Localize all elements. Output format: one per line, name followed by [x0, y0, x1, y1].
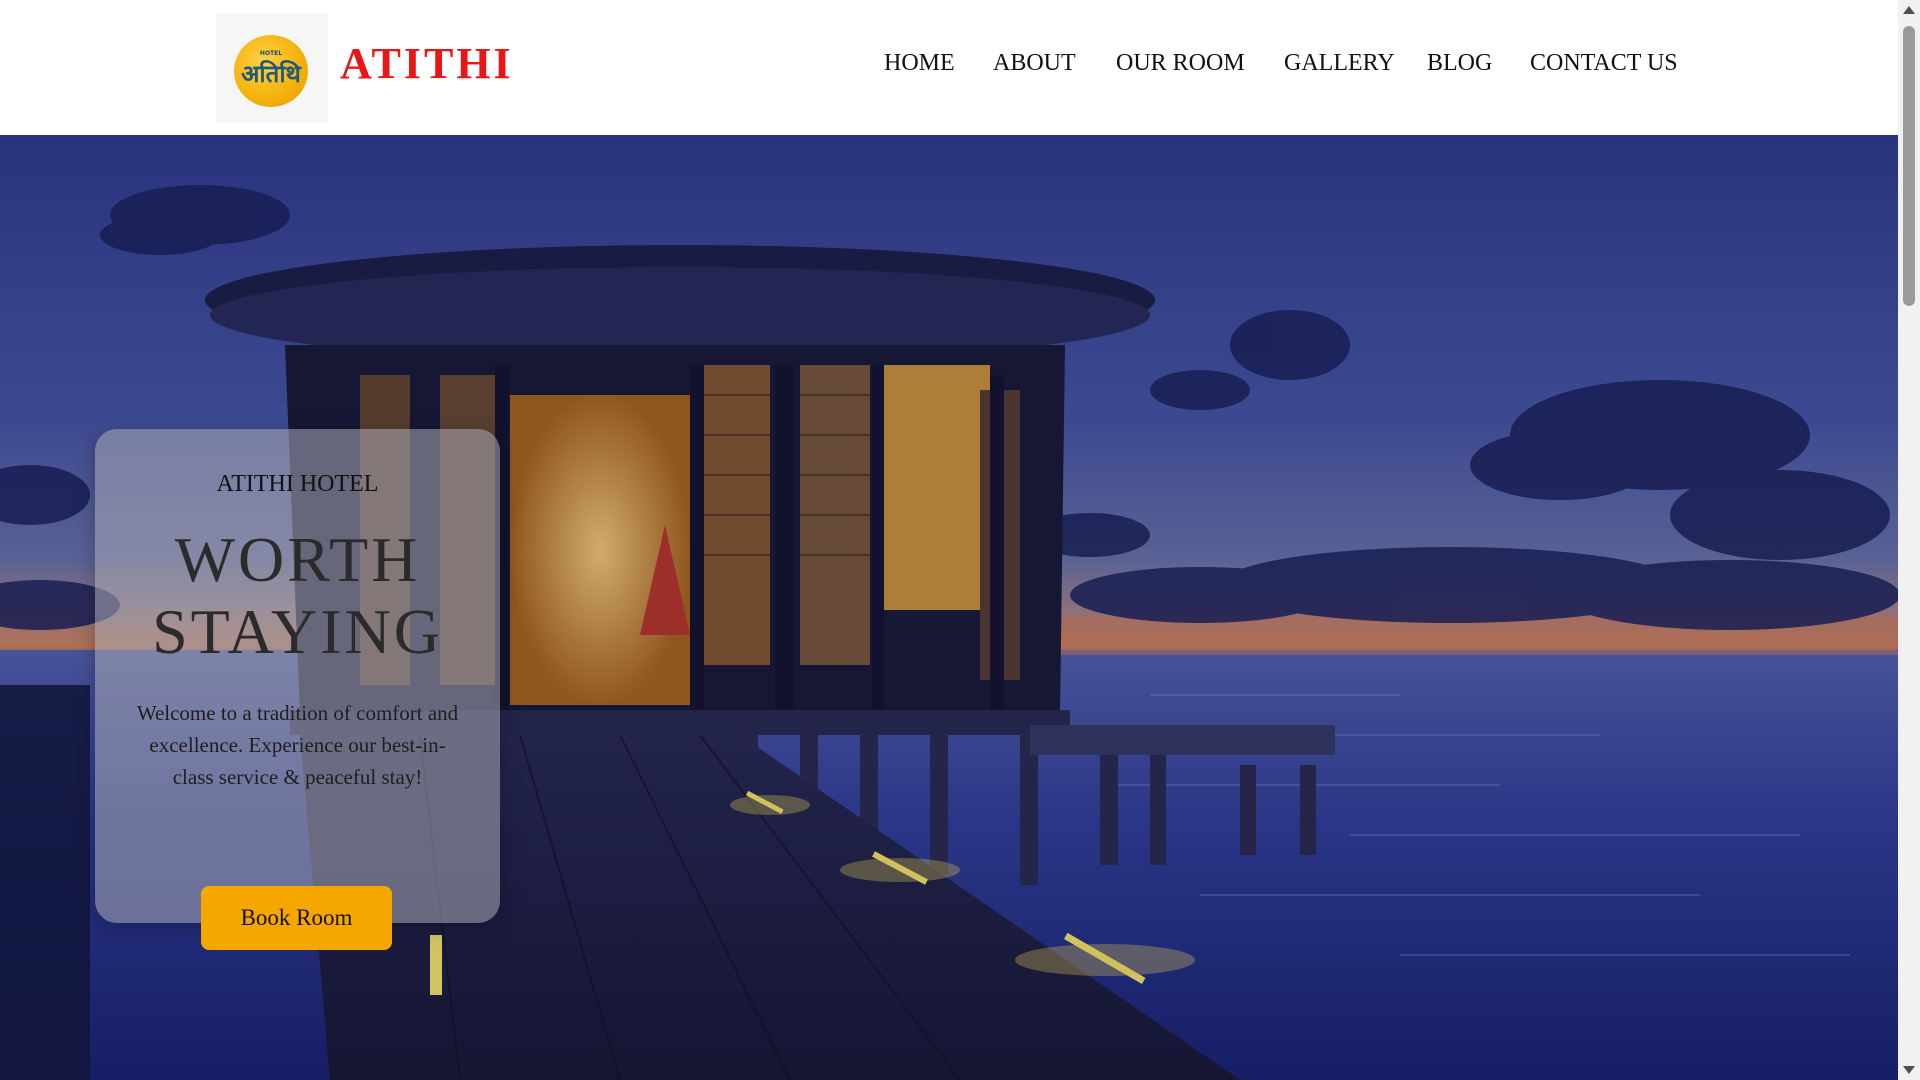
- scroll-thumb[interactable]: [1903, 26, 1915, 306]
- logo-small-text: HOTEL: [259, 50, 283, 57]
- nav-our-room[interactable]: OUR ROOM: [1116, 50, 1245, 77]
- book-room-button[interactable]: Book Room: [201, 886, 392, 950]
- hero-title-line-1: WORTH: [174, 524, 421, 595]
- hotel-logo[interactable]: HOTEL अतिथि: [216, 14, 328, 122]
- nav-home[interactable]: HOME: [884, 50, 955, 77]
- page-scrollbar[interactable]: [1898, 0, 1920, 1080]
- hero-description: Welcome to a tradition of comfort and ex…: [136, 701, 459, 789]
- nav-blog[interactable]: BLOG: [1427, 50, 1492, 77]
- scroll-down-arrow-icon[interactable]: [1903, 1066, 1915, 1074]
- nav-about[interactable]: ABOUT: [993, 50, 1076, 77]
- nav-contact-us[interactable]: CONTACT US: [1530, 50, 1678, 77]
- hero-title-line-2: STAYING: [152, 596, 443, 667]
- hero-info-card: ATITHI HOTEL WORTH STAYING Welcome to a …: [95, 429, 500, 923]
- logo-emblem: HOTEL अतिथि: [234, 35, 308, 107]
- site-header: HOTEL अतिथि ATITHI HOME ABOUT OUR ROOM G…: [0, 0, 1898, 135]
- scroll-up-arrow-icon[interactable]: [1903, 6, 1915, 14]
- hero-eyebrow: ATITHI HOTEL: [216, 471, 379, 497]
- nav-gallery[interactable]: GALLERY: [1284, 50, 1395, 77]
- brand-name[interactable]: ATITHI: [340, 38, 514, 89]
- logo-script-text: अतिथि: [241, 60, 301, 88]
- hero-title: WORTH STAYING: [95, 524, 500, 668]
